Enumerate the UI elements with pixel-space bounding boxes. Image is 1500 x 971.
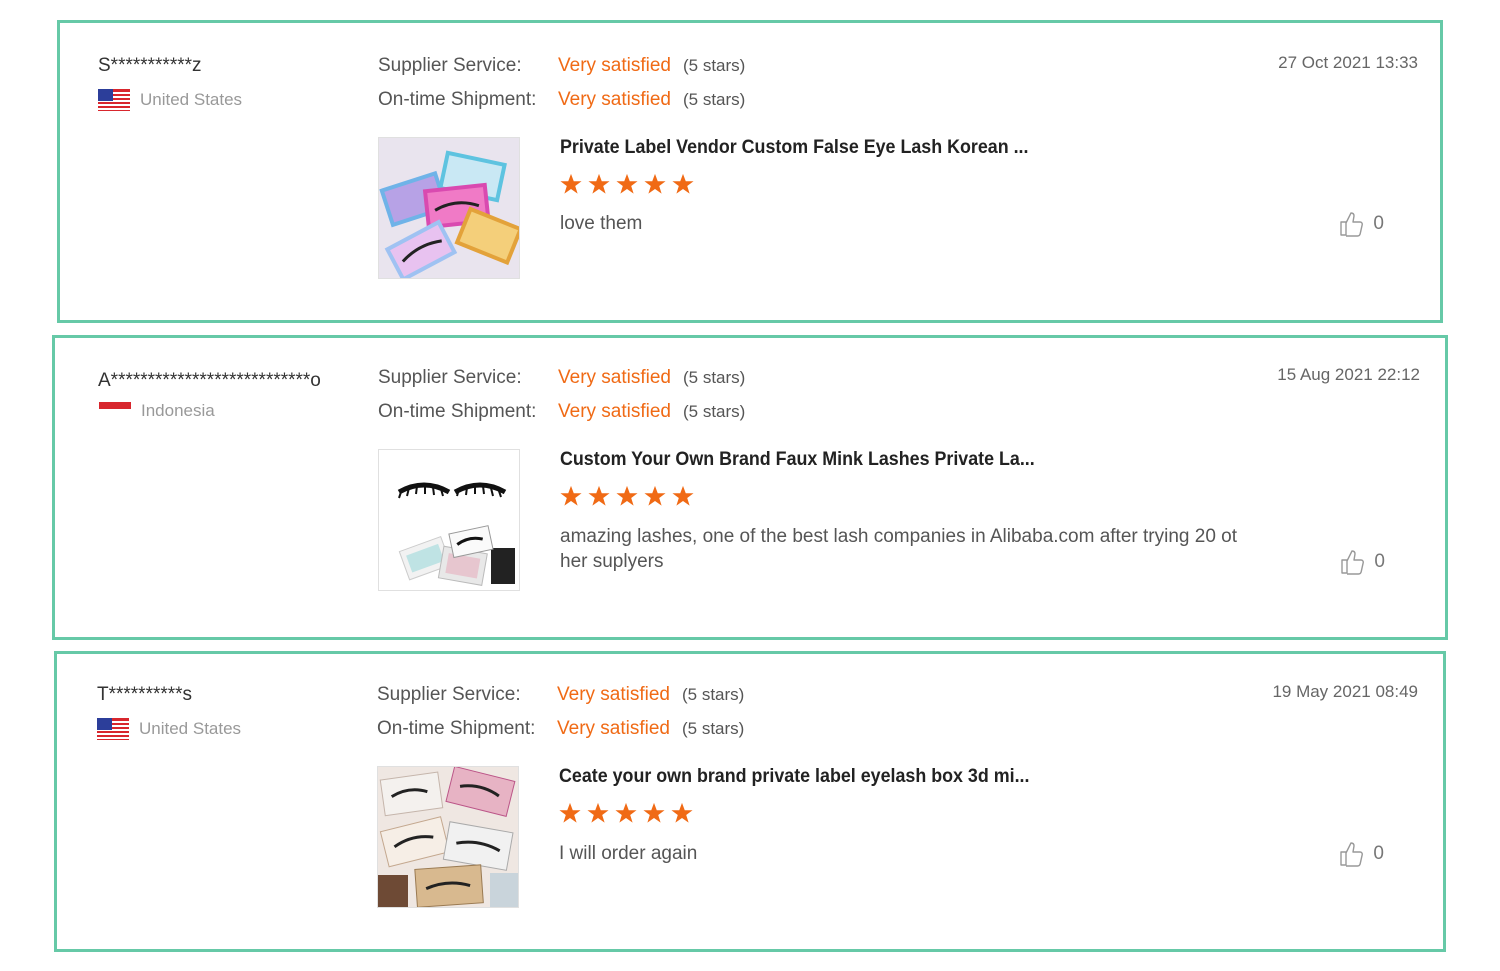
rating-stars xyxy=(559,802,699,824)
shipment-value: Very satisfied xyxy=(558,89,671,110)
thumbs-up-icon xyxy=(1340,842,1364,867)
supplier-service-row: Supplier Service: Very satisfied (5 star… xyxy=(378,367,745,389)
like-button[interactable]: 0 xyxy=(1339,211,1384,237)
star-icon xyxy=(672,173,694,194)
product-title-link[interactable]: Ceate your own brand private label eyela… xyxy=(559,766,1029,788)
star-icon xyxy=(644,173,666,194)
like-count: 0 xyxy=(1374,551,1385,572)
star-icon xyxy=(559,802,581,823)
supplier-service-label: Supplier Service: xyxy=(377,684,521,705)
star-icon xyxy=(616,485,638,506)
star-icon xyxy=(560,485,582,506)
star-icon xyxy=(615,802,637,823)
star-icon xyxy=(560,173,582,194)
rating-stars xyxy=(560,173,700,195)
shipment-row: On-time Shipment: Very satisfied (5 star… xyxy=(378,401,745,423)
star-icon xyxy=(672,485,694,506)
shipment-stars: (5 stars) xyxy=(682,719,745,738)
product-thumbnail[interactable] xyxy=(378,137,520,279)
shipment-row: On-time Shipment: Very satisfied (5 star… xyxy=(377,718,744,740)
star-icon xyxy=(671,802,693,823)
shipment-label: On-time Shipment: xyxy=(378,401,537,422)
rating-stars xyxy=(560,485,700,507)
supplier-service-value: Very satisfied xyxy=(558,367,671,388)
supplier-service-value: Very satisfied xyxy=(557,684,670,705)
shipment-label: On-time Shipment: xyxy=(377,718,536,739)
product-thumbnail[interactable] xyxy=(378,449,520,591)
star-icon xyxy=(643,802,665,823)
review-date: 27 Oct 2021 13:33 xyxy=(1278,53,1418,72)
buyer-name: T**********s xyxy=(97,684,193,705)
star-icon xyxy=(644,485,666,506)
product-title-link[interactable]: Private Label Vendor Custom False Eye La… xyxy=(560,137,1028,159)
star-icon xyxy=(588,173,610,194)
supplier-service-stars: (5 stars) xyxy=(683,368,746,387)
shipment-row: On-time Shipment: Very satisfied (5 star… xyxy=(378,89,745,111)
shipment-value: Very satisfied xyxy=(558,401,671,422)
country-label: United States xyxy=(140,90,243,109)
review-comment: I will order again xyxy=(559,843,698,864)
thumbs-up-icon xyxy=(1341,550,1365,575)
indonesia-flag-icon xyxy=(99,402,131,416)
review-date: 15 Aug 2021 22:12 xyxy=(1277,365,1420,384)
supplier-service-row: Supplier Service: Very satisfied (5 star… xyxy=(377,684,744,706)
product-thumbnail[interactable] xyxy=(377,766,519,908)
review-date: 19 May 2021 08:49 xyxy=(1272,682,1418,701)
star-icon xyxy=(588,485,610,506)
review-comment: amazing lashes, one of the best lash com… xyxy=(560,526,1238,572)
buyer-name: S***********z xyxy=(98,55,202,76)
thumbs-up-icon xyxy=(1340,212,1364,237)
us-flag-icon xyxy=(97,718,129,740)
shipment-value: Very satisfied xyxy=(557,718,670,739)
review-comment: love them xyxy=(560,213,643,234)
buyer-country: Indonesia xyxy=(99,400,215,422)
like-count: 0 xyxy=(1373,213,1384,234)
us-flag-icon xyxy=(98,89,130,111)
star-icon xyxy=(587,802,609,823)
like-button[interactable]: 0 xyxy=(1340,549,1385,575)
review-card: T**********s United States Supplier Serv… xyxy=(54,651,1446,952)
shipment-label: On-time Shipment: xyxy=(378,89,537,110)
buyer-country: United States xyxy=(98,89,242,111)
supplier-service-row: Supplier Service: Very satisfied (5 star… xyxy=(378,55,745,77)
review-card: S***********z United States Supplier Ser… xyxy=(57,20,1443,323)
supplier-service-value: Very satisfied xyxy=(558,55,671,76)
supplier-service-stars: (5 stars) xyxy=(682,685,745,704)
shipment-stars: (5 stars) xyxy=(683,90,746,109)
product-title-link[interactable]: Custom Your Own Brand Faux Mink Lashes P… xyxy=(560,449,1035,471)
like-count: 0 xyxy=(1373,843,1384,864)
supplier-service-label: Supplier Service: xyxy=(378,55,522,76)
country-label: Indonesia xyxy=(141,401,215,420)
supplier-service-label: Supplier Service: xyxy=(378,367,522,388)
buyer-name: A***************************o xyxy=(98,370,321,391)
country-label: United States xyxy=(139,719,242,738)
review-card: A***************************o Indonesia … xyxy=(52,335,1448,640)
buyer-country: United States xyxy=(97,718,241,740)
shipment-stars: (5 stars) xyxy=(683,402,746,421)
supplier-service-stars: (5 stars) xyxy=(683,56,746,75)
star-icon xyxy=(616,173,638,194)
like-button[interactable]: 0 xyxy=(1339,841,1384,867)
